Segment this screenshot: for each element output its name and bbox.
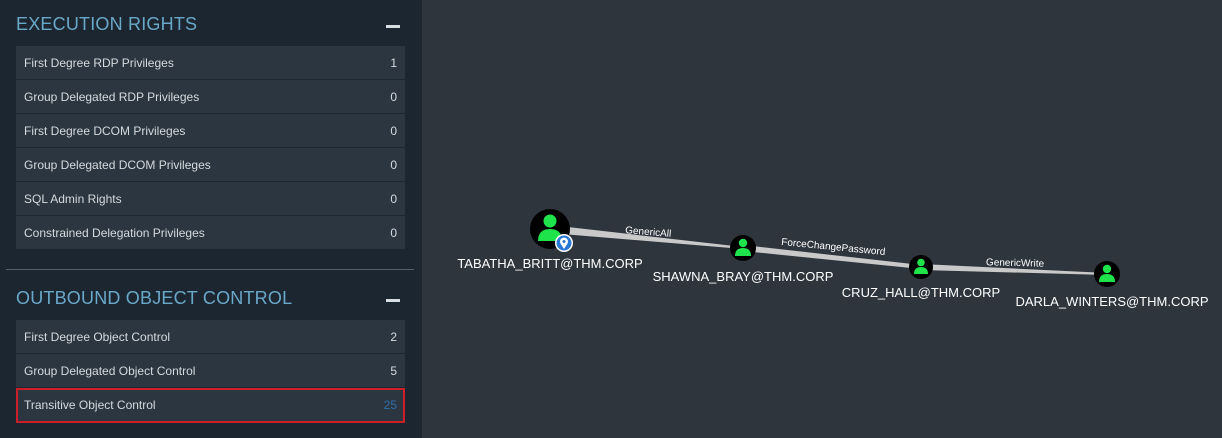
list-item[interactable]: First Degree RDP Privileges 1 xyxy=(16,46,405,80)
execution-rights-header[interactable]: EXECUTION RIGHTS xyxy=(16,14,404,40)
graph-canvas[interactable]: GenericAll ForceChangePassword GenericWr… xyxy=(422,0,1222,438)
list-item-count: 2 xyxy=(390,330,397,344)
list-item-label: Constrained Delegation Privileges xyxy=(24,226,205,240)
list-item-label: SQL Admin Rights xyxy=(24,192,122,206)
list-item[interactable]: First Degree DCOM Privileges 0 xyxy=(16,114,405,148)
list-item-count: 1 xyxy=(390,56,397,70)
collapse-icon[interactable] xyxy=(386,299,400,302)
list-item-count: 0 xyxy=(390,158,397,172)
node-label: TABATHA_BRITT@THM.CORP xyxy=(457,256,642,271)
graph-node[interactable]: TABATHA_BRITT@THM.CORP xyxy=(457,209,643,271)
edge-label: GenericWrite xyxy=(986,257,1045,270)
node-label: CRUZ_HALL@THM.CORP xyxy=(842,285,1000,300)
list-item-count: 0 xyxy=(390,124,397,138)
list-item-label: First Degree DCOM Privileges xyxy=(24,124,186,138)
section-title: OUTBOUND OBJECT CONTROL xyxy=(16,288,293,308)
list-item[interactable]: Constrained Delegation Privileges 0 xyxy=(16,216,405,250)
list-item-count: 0 xyxy=(390,90,397,104)
list-item[interactable]: SQL Admin Rights 0 xyxy=(16,182,405,216)
graph-edge[interactable]: GenericAll xyxy=(550,225,743,249)
graph-edge[interactable]: GenericWrite xyxy=(921,257,1107,275)
list-item[interactable]: Group Delegated DCOM Privileges 0 xyxy=(16,148,405,182)
list-item-label: Group Delegated DCOM Privileges xyxy=(24,158,211,172)
list-item-count: 25 xyxy=(383,398,397,412)
list-item-selected[interactable]: Transitive Object Control 25 xyxy=(16,388,405,423)
list-item-count: 0 xyxy=(390,226,397,240)
section-divider xyxy=(6,269,414,270)
list-item[interactable]: Group Delegated Object Control 5 xyxy=(16,354,405,388)
list-item-label: First Degree RDP Privileges xyxy=(24,56,174,70)
node-label: DARLA_WINTERS@THM.CORP xyxy=(1015,294,1208,309)
outbound-object-control-header[interactable]: OUTBOUND OBJECT CONTROL xyxy=(16,288,404,314)
graph-edge[interactable]: ForceChangePassword xyxy=(743,237,921,269)
node-label: SHAWNA_BRAY@THM.CORP xyxy=(653,269,834,284)
list-item-label: Group Delegated Object Control xyxy=(24,364,196,378)
sidebar: EXECUTION RIGHTS First Degree RDP Privil… xyxy=(0,0,422,438)
graph-node[interactable]: DARLA_WINTERS@THM.CORP xyxy=(1015,261,1209,309)
list-item[interactable]: First Degree Object Control 2 xyxy=(16,320,405,354)
list-item-label: Transitive Object Control xyxy=(24,398,156,412)
list-item-count: 0 xyxy=(390,192,397,206)
list-item-count: 5 xyxy=(390,364,397,378)
section-title: EXECUTION RIGHTS xyxy=(16,14,198,34)
location-pin-icon xyxy=(555,234,573,252)
list-item-label: Group Delegated RDP Privileges xyxy=(24,90,200,104)
list-item[interactable]: Group Delegated RDP Privileges 0 xyxy=(16,80,405,114)
list-item-label: First Degree Object Control xyxy=(24,330,171,344)
collapse-icon[interactable] xyxy=(386,25,400,28)
